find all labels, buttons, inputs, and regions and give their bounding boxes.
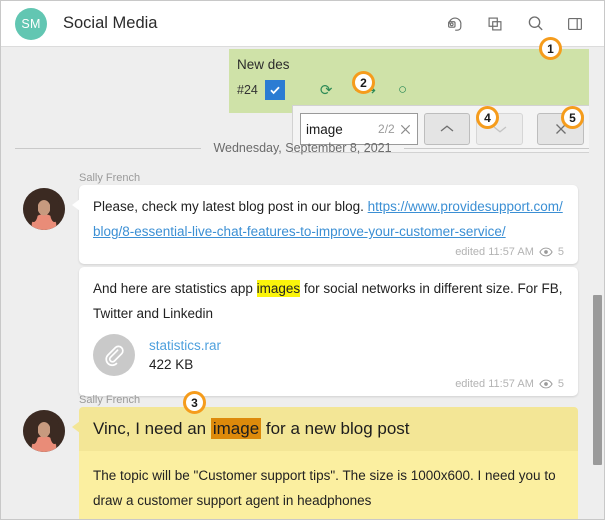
message-sender-name: Sally French	[79, 393, 604, 407]
pinned-glyph-3: ○	[398, 81, 407, 99]
avatar[interactable]	[23, 188, 65, 230]
message-bubble-wrap: Vinc, I need an image for a new blog pos…	[79, 407, 578, 519]
message-view-count: 5	[558, 378, 564, 390]
callout-badge-3-number: 3	[191, 396, 198, 410]
callout-badge-1: 1	[539, 37, 562, 60]
message-meta: edited 11:57 AM 5	[93, 246, 564, 258]
attachment-size: 422 KB	[149, 355, 221, 374]
pinned-message-banner[interactable]: New des #24 ⟳ ⟶ ○	[229, 49, 591, 113]
callout-badge-1-number: 1	[547, 42, 554, 56]
headset-support-icon[interactable]	[444, 13, 466, 35]
copy-windows-icon[interactable]	[484, 13, 506, 35]
pinned-checkbox[interactable]	[265, 80, 285, 100]
paperclip-icon	[93, 334, 135, 376]
pinned-message-title: New des	[237, 55, 583, 75]
message-text: Please, check my latest blog post in our…	[93, 194, 564, 244]
attachment-info: statistics.rar 422 KB	[149, 336, 221, 374]
message-group-1: Sally French Please, check my latest blo…	[1, 171, 604, 264]
date-divider-line-right	[404, 148, 590, 149]
message-text-part1: And here are statistics app	[93, 281, 257, 296]
callout-badge-2-number: 2	[360, 76, 367, 90]
message-group-2: And here are statistics app images for s…	[1, 267, 604, 396]
date-divider: Wednesday, September 8, 2021	[1, 141, 604, 155]
message-row: And here are statistics app images for s…	[1, 267, 604, 396]
scrollbar-thumb[interactable]	[593, 295, 602, 465]
active-search-match-highlight: image	[211, 418, 261, 439]
message-meta: edited 11:57 AM 5	[93, 378, 564, 390]
message-group-3: Sally French Vinc, I need an image for a…	[1, 393, 604, 519]
attachment-name[interactable]: statistics.rar	[149, 336, 221, 355]
message-body-text: The topic will be "Customer support tips…	[93, 463, 564, 513]
message-bubble[interactable]: Please, check my latest blog post in our…	[79, 185, 578, 264]
conversation-avatar: SM	[15, 8, 47, 40]
message-bubble-highlighted[interactable]: Vinc, I need an image for a new blog pos…	[79, 407, 578, 451]
page-title: Social Media	[63, 14, 444, 33]
avatar-hair-right	[50, 196, 59, 222]
attachment[interactable]: statistics.rar 422 KB	[93, 334, 564, 376]
header-actions	[444, 13, 586, 35]
date-divider-label: Wednesday, September 8, 2021	[201, 141, 403, 155]
callout-badge-4: 4	[476, 106, 499, 129]
message-edited-time: edited 11:57 AM	[455, 246, 534, 258]
callout-badge-3: 3	[183, 391, 206, 414]
message-text: And here are statistics app images for s…	[93, 276, 564, 326]
messages-scroll-area[interactable]: New des #24 ⟳ ⟶ ○ image 2/2	[1, 47, 604, 519]
message-bubble-wrap: And here are statistics app images for s…	[79, 267, 578, 396]
message-bubble[interactable]: And here are statistics app images for s…	[79, 267, 578, 396]
callout-badge-5-number: 5	[569, 111, 576, 125]
callout-badge-4-number: 4	[484, 111, 491, 125]
avatar-hair-left	[29, 196, 38, 222]
panel-toggle-icon[interactable]	[564, 13, 586, 35]
pinned-message-meta: #24 ⟳ ⟶ ○	[237, 80, 583, 100]
message-title-text: Vinc, I need an image for a new blog pos…	[93, 417, 564, 441]
eye-icon	[539, 379, 553, 389]
date-divider-line-left	[15, 148, 201, 149]
message-title-part2: for a new blog post	[261, 419, 409, 438]
search-icon[interactable]	[524, 13, 546, 35]
scrollbar-track[interactable]	[589, 47, 604, 519]
message-title-part1: Vinc, I need an	[93, 419, 211, 438]
chat-window: SM Social Media	[0, 0, 605, 520]
conversation-avatar-initials: SM	[21, 17, 40, 31]
search-match-highlight: images	[257, 280, 301, 297]
search-input[interactable]: image	[306, 122, 374, 137]
callout-badge-5: 5	[561, 106, 584, 129]
message-text-plain: Please, check my latest blog post in our…	[93, 199, 368, 214]
chat-header: SM Social Media	[1, 1, 604, 47]
message-row: Vinc, I need an image for a new blog pos…	[1, 407, 604, 519]
avatar-hair-left	[29, 418, 38, 444]
eye-icon	[539, 247, 553, 257]
message-view-count: 5	[558, 246, 564, 258]
search-match-count: 2/2	[378, 122, 395, 136]
message-edited-time: edited 11:57 AM	[455, 378, 534, 390]
search-clear-icon[interactable]	[399, 123, 412, 136]
message-row: Please, check my latest blog post in our…	[1, 185, 604, 264]
callout-badge-2: 2	[352, 71, 375, 94]
message-sender-name: Sally French	[79, 171, 604, 185]
pinned-ticket-number: #24	[237, 83, 258, 97]
message-bubble-body[interactable]: The topic will be "Customer support tips…	[79, 451, 578, 519]
message-bubble-wrap: Please, check my latest blog post in our…	[79, 185, 578, 264]
pinned-glyph-1: ⟳	[320, 81, 333, 99]
avatar[interactable]	[23, 410, 65, 452]
avatar-hair-right	[50, 418, 59, 444]
